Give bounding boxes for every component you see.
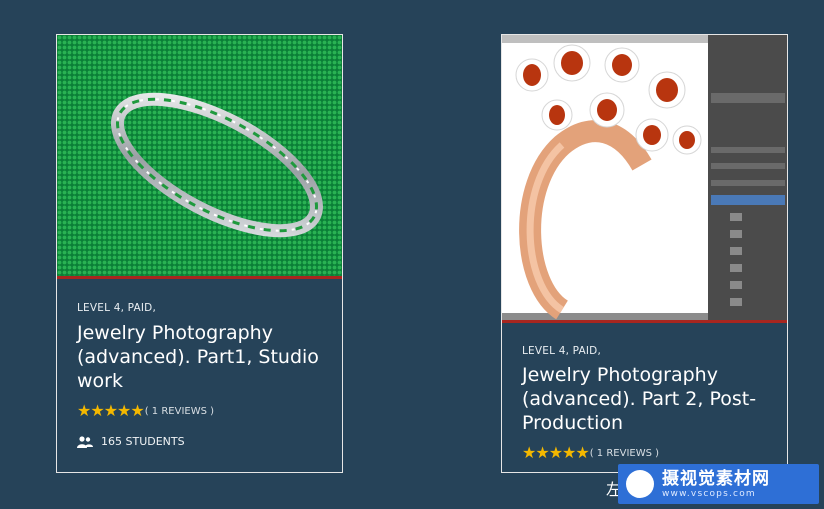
course-meta: LEVEL 4, PAID, xyxy=(522,345,602,357)
ring-image xyxy=(57,35,342,279)
reviews-count[interactable]: ( 1 REVIEWS ) xyxy=(145,406,214,417)
users-icon xyxy=(77,435,93,448)
watermark-logo-icon xyxy=(626,470,654,498)
thumbnail-divider xyxy=(502,320,787,323)
course-card-2[interactable]: LEVEL 4, PAID, Jewelry Photography (adva… xyxy=(501,34,788,473)
thumbnail-divider xyxy=(57,276,342,279)
course-thumbnail-photoshop[interactable] xyxy=(502,35,787,320)
watermark-url: www.vscops.com xyxy=(662,488,756,499)
course-card-1[interactable]: LEVEL 4, PAID, Jewelry Photography (adva… xyxy=(56,34,343,473)
course-title[interactable]: Jewelry Photography (advanced). Part 2, … xyxy=(522,363,772,435)
photoshop-ring-image xyxy=(502,35,787,320)
watermark-title: 摄视觉素材网 xyxy=(662,468,770,489)
rating-stars-icon: ★★★★★ xyxy=(522,443,590,462)
course-rating: ★★★★★ ( 1 REVIEWS ) xyxy=(77,402,214,420)
reviews-count[interactable]: ( 1 REVIEWS ) xyxy=(590,448,659,459)
students-label: 165 STUDENTS xyxy=(101,435,185,448)
course-thumbnail-ring-green[interactable] xyxy=(57,35,342,279)
course-rating: ★★★★★ ( 1 REVIEWS ) xyxy=(522,444,659,462)
rating-stars-icon: ★★★★★ xyxy=(77,401,145,420)
students-count: 165 STUDENTS xyxy=(77,435,185,448)
course-title[interactable]: Jewelry Photography (advanced). Part1, S… xyxy=(77,321,327,393)
watermark-badge: 摄视觉素材网 www.vscops.com xyxy=(618,464,819,504)
course-meta: LEVEL 4, PAID, xyxy=(77,302,157,314)
